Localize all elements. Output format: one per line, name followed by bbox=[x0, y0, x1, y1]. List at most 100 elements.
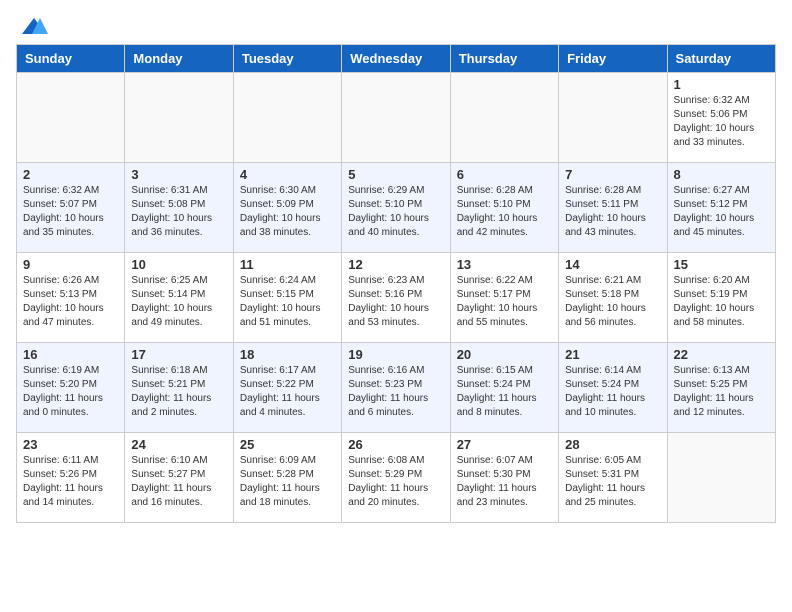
calendar-cell: 25 Sunrise: 6:09 AM Sunset: 5:28 PM Dayli… bbox=[233, 433, 341, 523]
day-number: 17 bbox=[131, 347, 226, 362]
day-number: 13 bbox=[457, 257, 552, 272]
day-info: Sunrise: 6:10 AM Sunset: 5:27 PM Dayligh… bbox=[131, 454, 226, 510]
day-info: Sunrise: 6:09 AM Sunset: 5:28 PM Dayligh… bbox=[240, 454, 335, 510]
calendar-cell: 16 Sunrise: 6:19 AM Sunset: 5:20 PM Dayli… bbox=[17, 343, 125, 433]
calendar-cell bbox=[559, 73, 667, 163]
calendar-cell: 22 Sunrise: 6:13 AM Sunset: 5:25 PM Dayli… bbox=[667, 343, 775, 433]
day-info: Sunrise: 6:13 AM Sunset: 5:25 PM Dayligh… bbox=[674, 364, 769, 420]
day-info: Sunrise: 6:32 AM Sunset: 5:07 PM Dayligh… bbox=[23, 184, 118, 240]
day-number: 14 bbox=[565, 257, 660, 272]
day-number: 21 bbox=[565, 347, 660, 362]
day-number: 1 bbox=[674, 77, 769, 92]
day-header-saturday: Saturday bbox=[667, 45, 775, 73]
day-number: 22 bbox=[674, 347, 769, 362]
day-info: Sunrise: 6:31 AM Sunset: 5:08 PM Dayligh… bbox=[131, 184, 226, 240]
calendar-cell: 8 Sunrise: 6:27 AM Sunset: 5:12 PM Daylig… bbox=[667, 163, 775, 253]
calendar-cell: 21 Sunrise: 6:14 AM Sunset: 5:24 PM Dayli… bbox=[559, 343, 667, 433]
day-header-tuesday: Tuesday bbox=[233, 45, 341, 73]
day-header-sunday: Sunday bbox=[17, 45, 125, 73]
day-number: 19 bbox=[348, 347, 443, 362]
day-info: Sunrise: 6:22 AM Sunset: 5:17 PM Dayligh… bbox=[457, 274, 552, 330]
day-number: 11 bbox=[240, 257, 335, 272]
calendar-cell: 23 Sunrise: 6:11 AM Sunset: 5:26 PM Dayli… bbox=[17, 433, 125, 523]
day-info: Sunrise: 6:32 AM Sunset: 5:06 PM Dayligh… bbox=[674, 94, 769, 150]
day-number: 6 bbox=[457, 167, 552, 182]
calendar-cell: 20 Sunrise: 6:15 AM Sunset: 5:24 PM Dayli… bbox=[450, 343, 558, 433]
day-number: 16 bbox=[23, 347, 118, 362]
calendar-cell bbox=[125, 73, 233, 163]
day-info: Sunrise: 6:16 AM Sunset: 5:23 PM Dayligh… bbox=[348, 364, 443, 420]
calendar-cell: 18 Sunrise: 6:17 AM Sunset: 5:22 PM Dayli… bbox=[233, 343, 341, 433]
calendar-cell bbox=[342, 73, 450, 163]
day-info: Sunrise: 6:24 AM Sunset: 5:15 PM Dayligh… bbox=[240, 274, 335, 330]
calendar-cell: 9Sunrise: 6:26 AM Sunset: 5:13 PM Daylig… bbox=[17, 253, 125, 343]
day-info: Sunrise: 6:17 AM Sunset: 5:22 PM Dayligh… bbox=[240, 364, 335, 420]
calendar-cell: 5 Sunrise: 6:29 AM Sunset: 5:10 PM Daylig… bbox=[342, 163, 450, 253]
calendar-cell: 1 Sunrise: 6:32 AM Sunset: 5:06 PM Daylig… bbox=[667, 73, 775, 163]
day-number: 7 bbox=[565, 167, 660, 182]
logo-icon bbox=[20, 16, 48, 36]
day-info: Sunrise: 6:11 AM Sunset: 5:26 PM Dayligh… bbox=[23, 454, 118, 510]
calendar-cell: 10 Sunrise: 6:25 AM Sunset: 5:14 PM Dayli… bbox=[125, 253, 233, 343]
calendar-cell: 6 Sunrise: 6:28 AM Sunset: 5:10 PM Daylig… bbox=[450, 163, 558, 253]
calendar-cell bbox=[450, 73, 558, 163]
day-number: 2 bbox=[23, 167, 118, 182]
calendar-cell: 12 Sunrise: 6:23 AM Sunset: 5:16 PM Dayli… bbox=[342, 253, 450, 343]
calendar-cell: 13 Sunrise: 6:22 AM Sunset: 5:17 PM Dayli… bbox=[450, 253, 558, 343]
day-number: 23 bbox=[23, 437, 118, 452]
day-number: 12 bbox=[348, 257, 443, 272]
day-info: Sunrise: 6:14 AM Sunset: 5:24 PM Dayligh… bbox=[565, 364, 660, 420]
day-number: 24 bbox=[131, 437, 226, 452]
day-number: 20 bbox=[457, 347, 552, 362]
calendar: SundayMondayTuesdayWednesdayThursdayFrid… bbox=[16, 44, 776, 523]
day-info: Sunrise: 6:29 AM Sunset: 5:10 PM Dayligh… bbox=[348, 184, 443, 240]
day-number: 27 bbox=[457, 437, 552, 452]
day-info: Sunrise: 6:05 AM Sunset: 5:31 PM Dayligh… bbox=[565, 454, 660, 510]
day-info: Sunrise: 6:25 AM Sunset: 5:14 PM Dayligh… bbox=[131, 274, 226, 330]
day-number: 10 bbox=[131, 257, 226, 272]
calendar-week-row: 1 Sunrise: 6:32 AM Sunset: 5:06 PM Daylig… bbox=[17, 73, 776, 163]
calendar-week-row: 9Sunrise: 6:26 AM Sunset: 5:13 PM Daylig… bbox=[17, 253, 776, 343]
day-info: Sunrise: 6:27 AM Sunset: 5:12 PM Dayligh… bbox=[674, 184, 769, 240]
calendar-cell bbox=[17, 73, 125, 163]
day-number: 25 bbox=[240, 437, 335, 452]
calendar-cell: 19 Sunrise: 6:16 AM Sunset: 5:23 PM Dayli… bbox=[342, 343, 450, 433]
day-info: Sunrise: 6:23 AM Sunset: 5:16 PM Dayligh… bbox=[348, 274, 443, 330]
day-info: Sunrise: 6:07 AM Sunset: 5:30 PM Dayligh… bbox=[457, 454, 552, 510]
day-info: Sunrise: 6:21 AM Sunset: 5:18 PM Dayligh… bbox=[565, 274, 660, 330]
day-number: 3 bbox=[131, 167, 226, 182]
calendar-week-row: 23 Sunrise: 6:11 AM Sunset: 5:26 PM Dayli… bbox=[17, 433, 776, 523]
day-number: 26 bbox=[348, 437, 443, 452]
day-number: 4 bbox=[240, 167, 335, 182]
day-number: 5 bbox=[348, 167, 443, 182]
day-header-friday: Friday bbox=[559, 45, 667, 73]
calendar-cell: 11 Sunrise: 6:24 AM Sunset: 5:15 PM Dayli… bbox=[233, 253, 341, 343]
day-info: Sunrise: 6:20 AM Sunset: 5:19 PM Dayligh… bbox=[674, 274, 769, 330]
day-info: Sunrise: 6:15 AM Sunset: 5:24 PM Dayligh… bbox=[457, 364, 552, 420]
calendar-cell bbox=[667, 433, 775, 523]
day-number: 8 bbox=[674, 167, 769, 182]
day-info: Sunrise: 6:18 AM Sunset: 5:21 PM Dayligh… bbox=[131, 364, 226, 420]
logo bbox=[16, 16, 48, 36]
day-info: Sunrise: 6:26 AM Sunset: 5:13 PM Dayligh… bbox=[23, 274, 118, 330]
day-header-wednesday: Wednesday bbox=[342, 45, 450, 73]
calendar-cell: 2 Sunrise: 6:32 AM Sunset: 5:07 PM Daylig… bbox=[17, 163, 125, 253]
calendar-cell: 26Sunrise: 6:08 AM Sunset: 5:29 PM Dayli… bbox=[342, 433, 450, 523]
day-number: 15 bbox=[674, 257, 769, 272]
day-number: 28 bbox=[565, 437, 660, 452]
day-info: Sunrise: 6:28 AM Sunset: 5:10 PM Dayligh… bbox=[457, 184, 552, 240]
calendar-header-row: SundayMondayTuesdayWednesdayThursdayFrid… bbox=[17, 45, 776, 73]
day-info: Sunrise: 6:19 AM Sunset: 5:20 PM Dayligh… bbox=[23, 364, 118, 420]
day-header-monday: Monday bbox=[125, 45, 233, 73]
calendar-cell: 24 Sunrise: 6:10 AM Sunset: 5:27 PM Dayli… bbox=[125, 433, 233, 523]
calendar-cell: 14 Sunrise: 6:21 AM Sunset: 5:18 PM Dayli… bbox=[559, 253, 667, 343]
day-number: 18 bbox=[240, 347, 335, 362]
calendar-cell: 7 Sunrise: 6:28 AM Sunset: 5:11 PM Daylig… bbox=[559, 163, 667, 253]
day-info: Sunrise: 6:28 AM Sunset: 5:11 PM Dayligh… bbox=[565, 184, 660, 240]
calendar-cell bbox=[233, 73, 341, 163]
calendar-cell: 4Sunrise: 6:30 AM Sunset: 5:09 PM Daylig… bbox=[233, 163, 341, 253]
calendar-cell: 27 Sunrise: 6:07 AM Sunset: 5:30 PM Dayli… bbox=[450, 433, 558, 523]
calendar-cell: 3 Sunrise: 6:31 AM Sunset: 5:08 PM Daylig… bbox=[125, 163, 233, 253]
calendar-week-row: 16 Sunrise: 6:19 AM Sunset: 5:20 PM Dayli… bbox=[17, 343, 776, 433]
calendar-cell: 15 Sunrise: 6:20 AM Sunset: 5:19 PM Dayli… bbox=[667, 253, 775, 343]
